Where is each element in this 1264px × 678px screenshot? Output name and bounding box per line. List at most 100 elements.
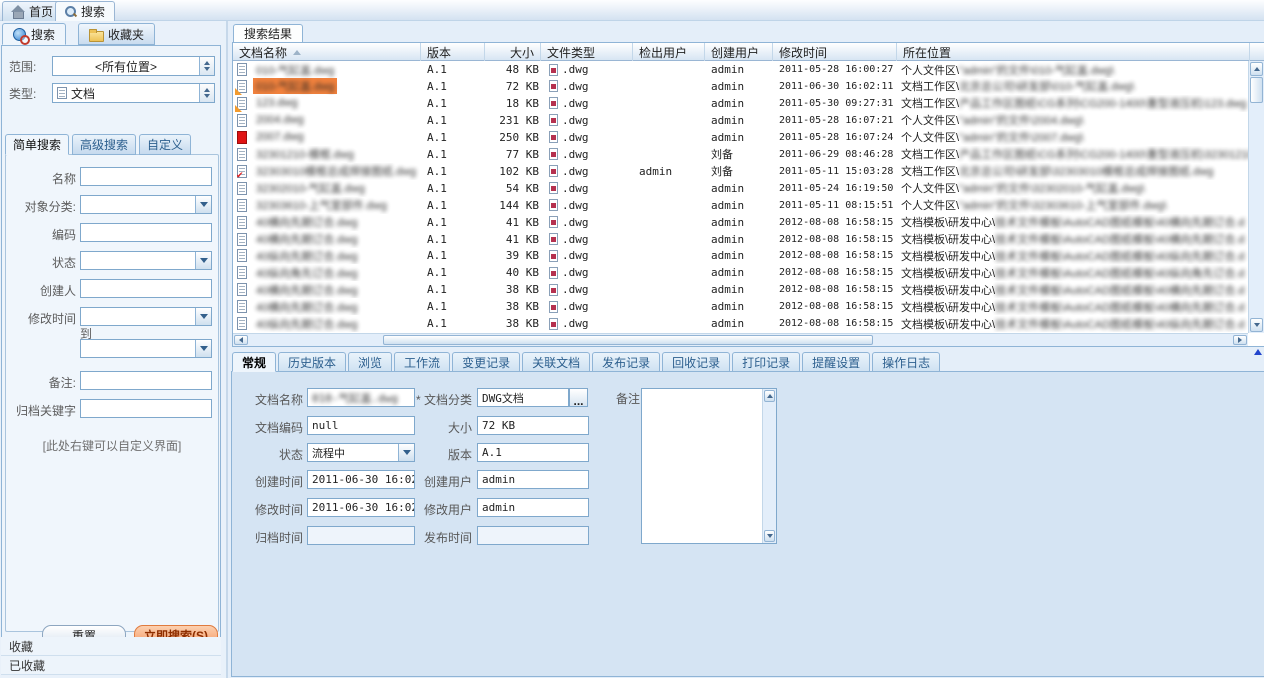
detail-tab-6[interactable]: 发布记录 [592,352,660,372]
tab-custom-search[interactable]: 自定义 [139,134,191,155]
type-combo[interactable]: 文档 [52,83,215,103]
table-row[interactable]: 123.dwgA.118 KB.dwgadmin2011-05-30 09:27… [233,95,1248,112]
results-tab[interactable]: 搜索结果 [233,24,303,43]
cell-create-user: admin [711,231,771,248]
cell-version: A.1 [427,163,483,180]
favorites-item-collected[interactable]: 已收藏 [1,656,221,675]
scroll-left-button[interactable] [234,335,248,345]
dropdown-field-5[interactable] [80,307,212,326]
cell-filetype: .dwg [549,281,633,298]
horizontal-scroll-thumb[interactable] [383,335,873,345]
dwg-file-icon [549,148,558,160]
dropdown-arrow-icon[interactable] [195,196,211,213]
detail-tab-5[interactable]: 关联文档 [522,352,590,372]
cell-filetype: .dwg [549,298,633,315]
column-header-name[interactable]: 文档名称 [233,43,421,61]
detail-field-发布时间[interactable] [477,526,589,545]
detail-tab-0[interactable]: 常规 [232,352,276,372]
table-row[interactable]: 40纵向角先订合.dwgA.140 KB.dwgadmin2012-08-08 … [233,264,1248,281]
cell-location: 文档模板\研发中心\技术文件模板\AutoCAD图纸模板\40横向先期订合.d [901,231,1248,248]
detail-tab-7[interactable]: 回收记录 [662,352,730,372]
favorites-item-label: 已收藏 [9,657,45,674]
column-header-size[interactable]: 大小 [485,43,541,61]
detail-tab-10[interactable]: 操作日志 [872,352,940,372]
detail-tab-1[interactable]: 历史版本 [278,352,346,372]
scroll-down-button[interactable] [764,530,775,542]
note-scrollbar[interactable] [762,389,776,543]
dropdown-field-1[interactable] [80,195,212,214]
detail-tab-2[interactable]: 浏览 [348,352,392,372]
splitter-marker-icon[interactable] [1254,349,1262,355]
text-field-0[interactable] [80,167,212,186]
document-icon [237,233,247,246]
table-row[interactable]: 32302010-气缸盖.dwgA.154 KB.dwgadmin2011-05… [233,180,1248,197]
text-field-2[interactable] [80,223,212,242]
detail-tab-4[interactable]: 变更记录 [452,352,520,372]
table-row[interactable]: 010-气缸盖.dwgA.148 KB.dwgadmin2011-05-28 1… [233,61,1248,78]
table-row[interactable]: 40纵向先期订合.dwgA.139 KB.dwgadmin2012-08-08 … [233,247,1248,264]
table-row[interactable]: 2004.dwgA.1231 KB.dwgadmin2011-05-28 16:… [233,112,1248,129]
vertical-scrollbar[interactable] [1248,61,1264,333]
document-icon [237,317,247,330]
column-header-filetype[interactable]: 文件类型 [541,43,633,61]
tab-home[interactable]: 首页 [2,1,63,21]
scope-combo[interactable]: <所有位置> [52,56,215,76]
dropdown-arrow-icon[interactable] [195,340,211,357]
column-header-location[interactable]: 所在位置 [897,43,1250,61]
dropdown-field-6[interactable] [80,339,212,358]
cell-size: 250 KB [491,129,539,146]
detail-tab-3[interactable]: 工作流 [394,352,450,372]
column-header-checkout[interactable]: 检出用户 [633,43,705,61]
horizontal-scrollbar[interactable] [233,333,1248,346]
cell-location: 文档模板\研发中心\技术文件模板\AutoCAD图纸模板\40横向先期订合.d [901,298,1248,315]
column-header-modified[interactable]: 修改时间 [773,43,897,61]
browse-button[interactable]: ... [569,388,588,407]
tab-advanced-search[interactable]: 高级搜索 [72,134,136,155]
table-row[interactable]: 40纵向先期订合.dwgA.138 KB.dwgadmin2012-08-08 … [233,315,1248,332]
sidebar-tab-favorites[interactable]: 收藏夹 [78,23,155,45]
table-row[interactable]: 32303610-上气室部件.dwgA.1144 KB.dwgadmin2011… [233,197,1248,214]
tab-search-label: 搜索 [81,3,105,20]
dropdown-arrow-icon[interactable] [195,308,211,325]
note-textarea[interactable] [641,388,777,544]
cell-create-user: admin [711,264,771,281]
text-field-7[interactable] [80,371,212,390]
detail-field-创建用户[interactable]: admin [477,470,589,489]
vertical-scroll-thumb[interactable] [1250,77,1263,103]
detail-field-大小[interactable]: 72 KB [477,416,589,435]
detail-field-修改用户[interactable]: admin [477,498,589,517]
text-field-4[interactable] [80,279,212,298]
table-row[interactable]: 32301210-模框.dwgA.177 KB.dwg刘备2011-06-29 … [233,146,1248,163]
column-header-creator[interactable]: 创建用户 [705,43,773,61]
table-row[interactable]: 32303010模框总成焊接图纸.dwgA.1102 KB.dwgadmin刘备… [233,163,1248,180]
favorites-item-collect[interactable]: 收藏 [1,637,221,656]
scroll-up-button[interactable] [1250,62,1263,76]
spinner-icon[interactable] [199,84,214,102]
sidebar-tab-search[interactable]: 搜索 [2,23,66,45]
table-row[interactable]: 40横向先期订合.dwgA.141 KB.dwgadmin2012-08-08 … [233,214,1248,231]
tab-simple-search[interactable]: 简单搜索 [5,134,69,155]
table-row[interactable]: 40横向先期订合.dwgA.138 KB.dwgadmin2012-08-08 … [233,298,1248,315]
detail-tab-8[interactable]: 打印记录 [732,352,800,372]
table-row[interactable]: 40横向先期订合.dwgA.138 KB.dwgadmin2012-08-08 … [233,281,1248,298]
scroll-down-button[interactable] [1250,318,1263,332]
scroll-up-button[interactable] [764,390,775,402]
location-prefix: 个人文件区\ [901,180,959,196]
table-row[interactable]: 2007.dwgA.1250 KB.dwgadmin2011-05-28 16:… [233,129,1248,146]
detail-field-版本[interactable]: A.1 [477,443,589,462]
location-redacted: 技术文件模板\AutoCAD图纸模板\40纵向先期订合.d [995,248,1244,264]
column-header-version[interactable]: 版本 [421,43,485,61]
dropdown-field-3[interactable] [80,251,212,270]
table-row[interactable]: 010-气缸盖.dwgA.172 KB.dwgadmin2011-06-30 1… [233,78,1248,95]
text-field-8[interactable] [80,399,212,418]
detail-tab-9[interactable]: 提醒设置 [802,352,870,372]
tab-search[interactable]: 搜索 [55,1,115,21]
spinner-icon[interactable] [199,57,214,75]
detail-field-文档分类[interactable]: DWG文档 [477,388,569,407]
table-row[interactable]: 40横向先期订合.dwgA.141 KB.dwgadmin2012-08-08 … [233,231,1248,248]
document-name: 40纵向先期订合.dwg [253,248,360,264]
cell-checkout-user [639,95,703,112]
cell-create-user: admin [711,298,771,315]
scroll-right-button[interactable] [1233,335,1247,345]
dropdown-arrow-icon[interactable] [195,252,211,269]
